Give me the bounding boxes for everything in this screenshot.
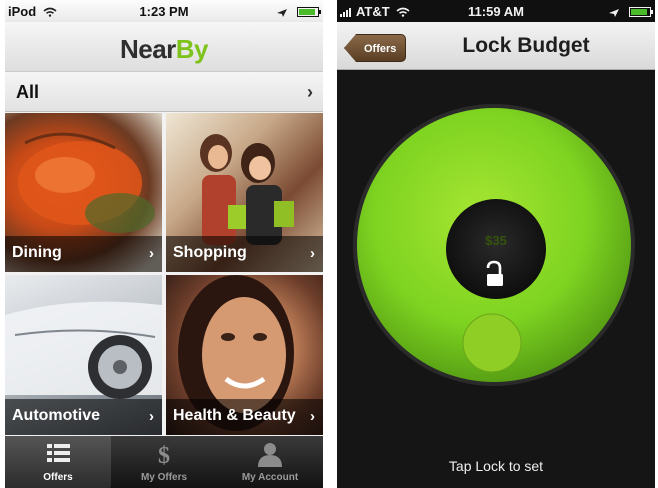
person-icon bbox=[258, 443, 282, 467]
chevron-right-icon: › bbox=[307, 82, 313, 102]
location-arrow-icon bbox=[277, 9, 288, 17]
status-bar: iPod 1:23 PM bbox=[5, 0, 323, 22]
category-all-label: All bbox=[16, 82, 40, 102]
nav-bar: NearBy bbox=[5, 22, 323, 72]
tab-my-account[interactable]: My Account bbox=[217, 436, 323, 488]
app-logo: NearBy bbox=[119, 34, 209, 64]
hint-text: Tap Lock to set bbox=[448, 458, 544, 474]
category-tile-automotive[interactable]: Automotive › bbox=[5, 275, 162, 435]
location-arrow-icon bbox=[609, 9, 620, 17]
category-all-row[interactable]: All › bbox=[5, 72, 323, 112]
nearby-screen: iPod 1:23 PM NearBy All › Dining › Shopp… bbox=[5, 0, 323, 488]
tab-offers[interactable]: Offers bbox=[5, 436, 111, 488]
category-label: Automotive bbox=[12, 407, 100, 424]
category-tile-shopping[interactable]: Shopping › bbox=[166, 113, 323, 272]
category-label: Shopping bbox=[173, 244, 247, 261]
dial-knob[interactable] bbox=[462, 313, 522, 373]
svg-text:$: $ bbox=[158, 443, 170, 467]
list-icon bbox=[47, 444, 70, 462]
battery-icon bbox=[297, 7, 321, 17]
back-button[interactable]: Offers bbox=[344, 34, 407, 62]
page-title: Lock Budget bbox=[462, 34, 590, 57]
budget-amount: $35 bbox=[485, 233, 507, 248]
tab-my-offers[interactable]: $ My Offers bbox=[111, 436, 217, 488]
chevron-right-icon: › bbox=[310, 245, 315, 262]
tab-bar: Offers $ My Offers My Account bbox=[5, 436, 323, 488]
category-label: Health & Beauty bbox=[173, 407, 296, 424]
category-tile-dining[interactable]: Dining › bbox=[5, 113, 162, 272]
clock: 1:23 PM bbox=[139, 4, 189, 19]
tab-label: Offers bbox=[43, 472, 73, 483]
budget-dial bbox=[353, 104, 635, 386]
tab-label: My Account bbox=[241, 472, 299, 483]
category-label: Dining bbox=[12, 244, 62, 261]
status-bar: AT&T 11:59 AM bbox=[337, 0, 655, 22]
lock-budget-screen: AT&T 11:59 AM Offers Lock Budget $35 Tap… bbox=[337, 0, 655, 488]
tab-label: My Offers bbox=[140, 472, 188, 483]
nav-bar: Offers Lock Budget bbox=[337, 22, 655, 70]
chevron-right-icon: › bbox=[310, 408, 315, 425]
chevron-right-icon: › bbox=[149, 245, 154, 262]
category-tile-health-beauty[interactable]: Health & Beauty › bbox=[166, 275, 323, 435]
clock: 11:59 AM bbox=[468, 4, 524, 19]
dollar-icon: $ bbox=[158, 443, 170, 467]
battery-icon bbox=[629, 7, 653, 17]
chevron-right-icon: › bbox=[149, 408, 154, 425]
